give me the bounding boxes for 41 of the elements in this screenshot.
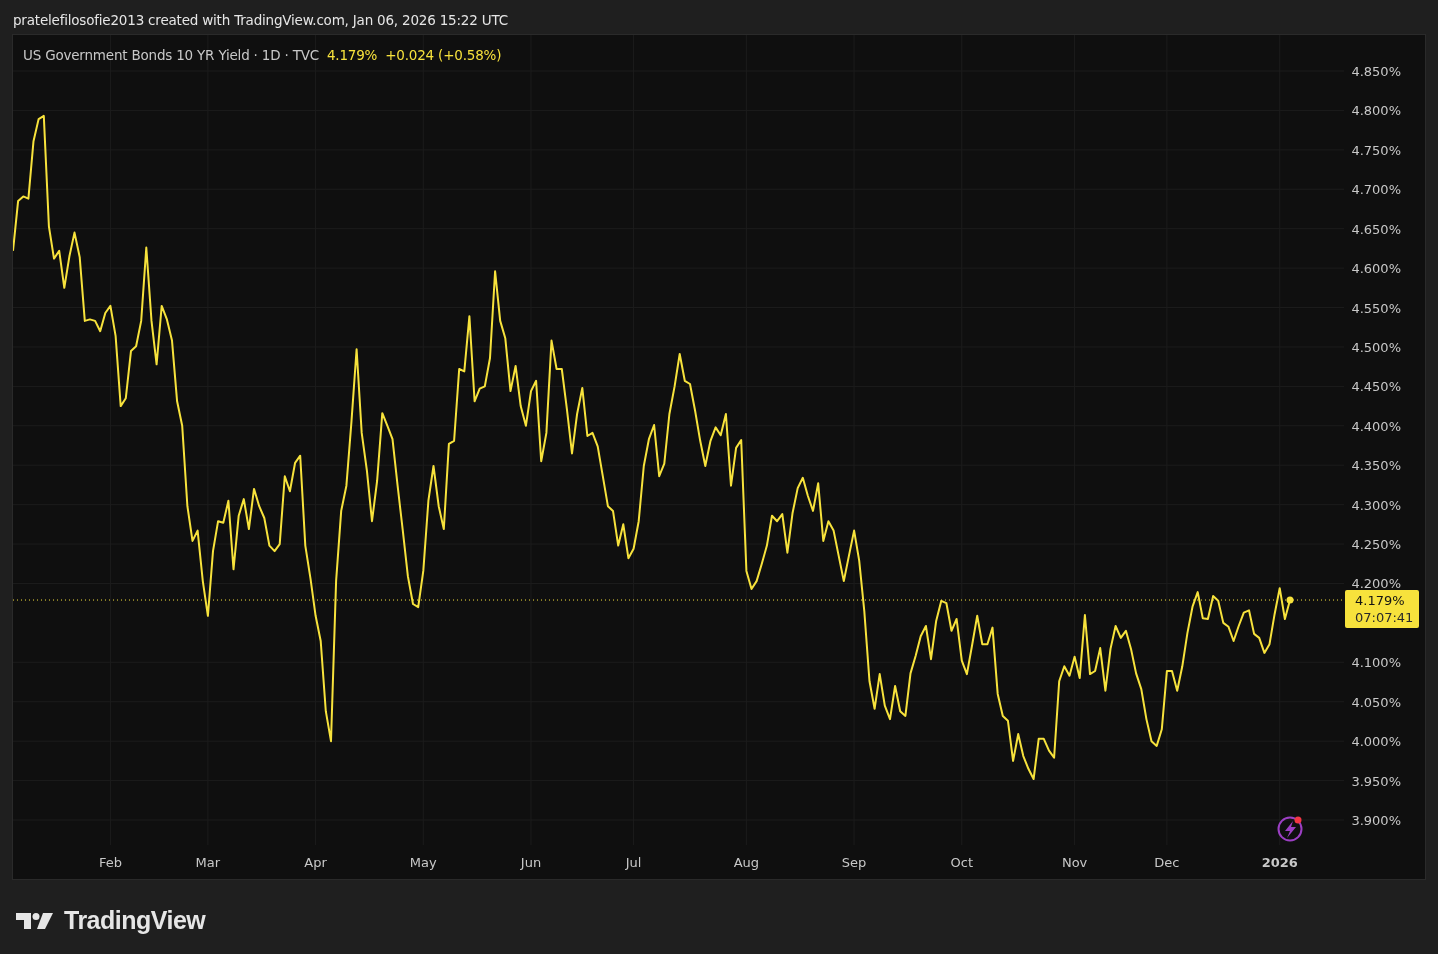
x-axis-label: Oct: [950, 855, 973, 870]
y-axis-label: 4.750%: [1351, 142, 1401, 158]
y-axis-label: 3.950%: [1351, 773, 1401, 789]
logo-icon: [16, 910, 56, 931]
last-point-marker: [1286, 596, 1294, 604]
y-axis-label: 4.850%: [1351, 64, 1401, 79]
y-axis-label: 4.300%: [1351, 497, 1401, 513]
x-axis-label: Sep: [841, 855, 867, 870]
x-axis-label: Aug: [733, 855, 760, 870]
y-axis-label: 3.900%: [1351, 813, 1401, 828]
last-price: 4.179%: [326, 47, 378, 63]
y-axis-label: 4.650%: [1351, 221, 1401, 237]
price-label: 4.179% 07:07:41: [1345, 590, 1419, 629]
x-axis-label: Jul: [625, 855, 642, 870]
y-axis-label: 4.400%: [1351, 418, 1401, 434]
y-axis-label: 4.250%: [1351, 537, 1401, 553]
chart-caption: pratelefilosofie2013 created with TradingView.com, Jan 06, 2026 15:22 UTC: [12, 11, 509, 30]
x-axis-label: May: [409, 855, 437, 870]
y-axis-label: 4.000%: [1351, 734, 1401, 750]
y-axis-label: 4.550%: [1351, 300, 1401, 316]
x-axis-label: Apr: [304, 855, 327, 870]
y-axis-label: 4.500%: [1351, 339, 1401, 355]
y-axis-label: 4.450%: [1351, 379, 1401, 395]
price-change: +0.024 (+0.58%): [385, 47, 502, 63]
y-axis-label: 4.800%: [1351, 103, 1401, 119]
lightning-icon[interactable]: [1277, 816, 1303, 842]
y-axis-label: 4.100%: [1351, 655, 1401, 671]
ref-line-label: 4.179%: [1355, 593, 1405, 609]
x-axis-label: Nov: [1061, 855, 1088, 870]
y-axis-label: 4.700%: [1351, 182, 1401, 198]
x-axis-label: Jun: [520, 855, 542, 870]
logo-text: TradingView: [64, 905, 206, 936]
y-axis-label: 4.600%: [1351, 261, 1401, 277]
x-axis-label: Mar: [195, 855, 221, 870]
y-axis-label: 4.200%: [1351, 576, 1401, 592]
x-axis-label: Feb: [98, 855, 122, 870]
y-axis-label: 4.350%: [1351, 458, 1401, 474]
y-axis-label: 4.050%: [1351, 694, 1401, 710]
symbol-title: US Government Bonds 10 YR Yield · 1D · TVC: [23, 47, 319, 63]
x-axis-label: 2026: [1261, 855, 1298, 870]
x-axis-label: Dec: [1154, 855, 1180, 870]
